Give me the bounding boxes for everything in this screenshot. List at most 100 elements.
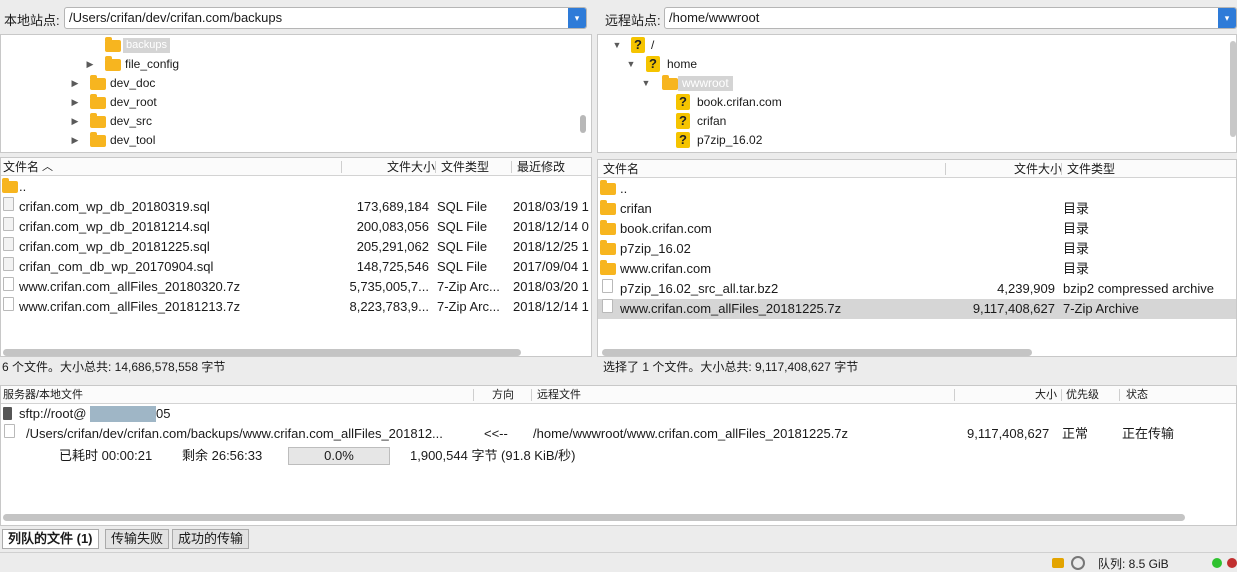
- tab-queued-files[interactable]: 列队的文件 (1): [2, 529, 99, 549]
- tree-item-label: home: [667, 57, 698, 71]
- column-separator[interactable]: [954, 389, 955, 401]
- column-separator[interactable]: [473, 389, 474, 401]
- sql-file-icon: [3, 257, 14, 271]
- file-name: ..: [19, 179, 27, 194]
- col-direction-header[interactable]: 方向: [492, 386, 514, 404]
- status-bar: 队列: 8.5 GiB: [0, 552, 1237, 572]
- col-status-header[interactable]: 状态: [1126, 386, 1148, 404]
- tree-item-label: backups: [123, 38, 170, 53]
- file-row[interactable]: www.crifan.com_allFiles_20181225.7z 9,117…: [598, 299, 1236, 319]
- tab-successful-transfers[interactable]: 成功的传输: [172, 529, 250, 549]
- remote-tree-scrollbar[interactable]: [1230, 41, 1236, 137]
- file-type: 目录: [1063, 221, 1090, 236]
- local-path-value: /Users/crifan/dev/crifan.com/backups: [69, 10, 283, 25]
- col-priority-header[interactable]: 优先级: [1066, 386, 1099, 404]
- local-file-list[interactable]: 文件名 ︿ 文件大小 文件类型 最近修改 .. crifan.com_wp_db_…: [0, 157, 592, 357]
- column-separator[interactable]: [1061, 163, 1062, 175]
- file-row[interactable]: book.crifan.com 目录: [598, 219, 1236, 239]
- local-tree-pane[interactable]: backups ▶ file_config ▶ dev_doc ▶ dev_ro…: [0, 34, 592, 153]
- file-name: crifan.com_wp_db_20180319.sql: [19, 199, 210, 214]
- progress-bar: 0.0%: [288, 447, 390, 465]
- remote-file-list[interactable]: 文件名 文件大小 文件类型 .. crifan 目录 book.crifan.com 目…: [597, 159, 1237, 357]
- file-name: crifan.com_wp_db_20181225.sql: [19, 239, 210, 254]
- file-size: 8,223,783,9...: [349, 299, 429, 314]
- transfer-direction: <<--: [484, 426, 508, 441]
- unknown-folder-icon: ?: [676, 113, 690, 129]
- server-address-suffix: 05: [156, 406, 171, 421]
- file-name: www.crifan.com_allFiles_20180320.7z: [19, 279, 241, 294]
- queue-hscroll[interactable]: [3, 514, 1185, 521]
- tree-item-label: dev_tool: [110, 133, 156, 147]
- col-remote-header[interactable]: 远程文件: [537, 386, 581, 404]
- local-list-hscroll[interactable]: [3, 349, 521, 356]
- col-type-header[interactable]: 文件类型: [441, 158, 489, 176]
- file-name: p7zip_16.02: [620, 241, 691, 256]
- queue-server-row[interactable]: sftp://root@ 05: [1, 404, 1236, 424]
- column-separator[interactable]: [341, 161, 342, 173]
- file-name: p7zip_16.02_src_all.tar.bz2: [620, 281, 779, 296]
- file-row[interactable]: www.crifan.com_allFiles_20180320.7z 5,735…: [1, 277, 591, 297]
- transfer-queue[interactable]: 服务器/本地文件 方向 远程文件 大小 优先级 状态 sftp://root@ …: [0, 385, 1237, 526]
- folder-icon: [90, 113, 106, 128]
- file-row[interactable]: crifan.com_wp_db_20181225.sql 205,291,062…: [1, 237, 591, 257]
- file-row[interactable]: www.crifan.com 目录: [598, 259, 1236, 279]
- col-size-header[interactable]: 大小: [1035, 386, 1057, 404]
- column-separator[interactable]: [531, 389, 532, 401]
- queue-transfer-row[interactable]: /Users/crifan/dev/crifan.com/backups/www…: [1, 424, 1236, 444]
- remote-path-dropdown-icon[interactable]: ▾: [1218, 8, 1236, 28]
- file-type: SQL File: [437, 259, 488, 274]
- column-separator[interactable]: [435, 161, 436, 173]
- archive-file-icon: [602, 279, 613, 293]
- file-row[interactable]: crifan_com_db_wp_20170904.sql 148,725,546…: [1, 257, 591, 277]
- file-type: 目录: [1063, 261, 1090, 276]
- progress-text: 0.0%: [324, 448, 354, 463]
- column-separator[interactable]: [1119, 389, 1120, 401]
- col-name-header[interactable]: 文件名: [3, 158, 39, 176]
- archive-file-icon: [3, 297, 14, 311]
- col-server-header[interactable]: 服务器/本地文件: [3, 386, 83, 404]
- col-size-header[interactable]: 文件大小: [387, 158, 435, 176]
- col-size-header[interactable]: 文件大小: [1014, 160, 1062, 178]
- local-path-dropdown-icon[interactable]: ▾: [568, 8, 586, 28]
- archive-file-icon: [3, 277, 14, 291]
- folder-icon: [600, 220, 616, 235]
- expand-arrow-icon[interactable]: ▶: [70, 112, 80, 131]
- expand-arrow-icon[interactable]: ▶: [70, 93, 80, 112]
- file-row[interactable]: ..: [1, 177, 591, 197]
- column-separator[interactable]: [511, 161, 512, 173]
- file-row[interactable]: p7zip_16.02_src_all.tar.bz2 4,239,909 bzip…: [598, 279, 1236, 299]
- tree-item-label: book.crifan.com: [697, 95, 782, 109]
- col-name-header[interactable]: 文件名: [603, 160, 639, 178]
- file-type: 7-Zip Arc...: [437, 299, 500, 314]
- expand-arrow-icon[interactable]: ▶: [85, 55, 95, 74]
- collapse-arrow-icon[interactable]: ▼: [626, 55, 636, 74]
- file-type: bzip2 compressed archive: [1063, 281, 1215, 296]
- sql-file-icon: [3, 237, 14, 251]
- local-path-combobox[interactable]: /Users/crifan/dev/crifan.com/backups ▾: [64, 7, 587, 29]
- column-separator[interactable]: [945, 163, 946, 175]
- file-row[interactable]: www.crifan.com_allFiles_20181213.7z 8,223…: [1, 297, 591, 317]
- remote-tree-pane[interactable]: ▼ ? / ▼ ? home ▼ wwwroot ? book.crifan.c…: [597, 34, 1237, 153]
- col-modified-header[interactable]: 最近修改: [517, 158, 565, 176]
- local-tree-scrollbar[interactable]: [580, 115, 586, 133]
- file-modified: 2018/03/19 1: [513, 199, 589, 214]
- file-type: SQL File: [437, 239, 488, 254]
- collapse-arrow-icon[interactable]: ▼: [641, 74, 651, 93]
- collapse-arrow-icon[interactable]: ▼: [612, 36, 622, 55]
- speed-limit-icon[interactable]: [1071, 556, 1085, 570]
- expand-arrow-icon[interactable]: ▶: [70, 131, 80, 150]
- transfer-priority: 正常: [1062, 426, 1089, 441]
- folder-icon: [600, 180, 616, 195]
- file-row[interactable]: crifan.com_wp_db_20180319.sql 173,689,184…: [1, 197, 591, 217]
- file-row[interactable]: ..: [598, 179, 1236, 199]
- file-row[interactable]: p7zip_16.02 目录: [598, 239, 1236, 259]
- column-separator[interactable]: [1061, 389, 1062, 401]
- tab-failed-transfers[interactable]: 传输失败: [105, 529, 170, 549]
- expand-arrow-icon[interactable]: ▶: [70, 74, 80, 93]
- col-type-header[interactable]: 文件类型: [1067, 160, 1115, 178]
- remote-path-combobox[interactable]: /home/wwwroot ▾: [664, 7, 1237, 29]
- file-size: 5,735,005,7...: [349, 279, 429, 294]
- file-row[interactable]: crifan.com_wp_db_20181214.sql 200,083,056…: [1, 217, 591, 237]
- file-row[interactable]: crifan 目录: [598, 199, 1236, 219]
- remote-list-hscroll[interactable]: [602, 349, 1032, 356]
